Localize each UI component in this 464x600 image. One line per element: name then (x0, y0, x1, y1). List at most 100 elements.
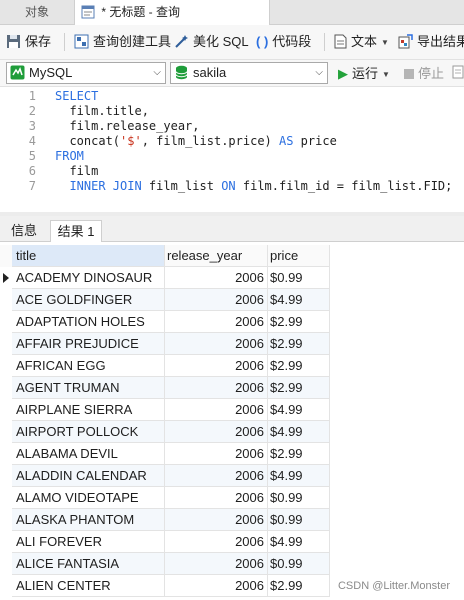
export-result-button[interactable]: 导出结果 (398, 32, 464, 52)
magic-wand-icon (175, 35, 188, 48)
query-builder-button[interactable]: 查询创建工具 (74, 32, 171, 52)
cell-title[interactable]: AIRPORT POLLOCK (12, 421, 165, 443)
cell-price[interactable]: $4.99 (268, 399, 330, 421)
beautify-sql-button[interactable]: 美化 SQL (174, 32, 249, 52)
cell-price[interactable]: $0.99 (268, 553, 330, 575)
code-line: 7 INNER JOIN film_list ON film.film_id =… (0, 179, 453, 194)
document-icon (334, 34, 347, 49)
export-result-label: 导出结果 (417, 34, 464, 49)
tab-result-1[interactable]: 结果 1 (50, 220, 102, 242)
cell-release-year[interactable]: 2006 (165, 289, 268, 311)
column-header-price[interactable]: price (268, 245, 330, 267)
cell-title[interactable]: AFFAIR PREJUDICE (12, 333, 165, 355)
run-button[interactable]: ▶ 运行 ▼ (338, 64, 390, 84)
table-row[interactable]: ADAPTATION HOLES 2006 $2.99 (0, 311, 330, 333)
cell-release-year[interactable]: 2006 (165, 531, 268, 553)
cell-release-year[interactable]: 2006 (165, 465, 268, 487)
cell-price[interactable]: $2.99 (268, 575, 330, 597)
cell-release-year[interactable]: 2006 (165, 377, 268, 399)
query-builder-icon (74, 34, 89, 49)
sql-editor[interactable]: 1 SELECT 2 film.title, 3 film.release_yea… (0, 87, 464, 211)
explain-button[interactable] (452, 64, 464, 83)
cell-title[interactable]: AGENT TRUMAN (12, 377, 165, 399)
explain-icon (452, 65, 464, 79)
cell-title[interactable]: ALADDIN CALENDAR (12, 465, 165, 487)
cell-release-year[interactable]: 2006 (165, 267, 268, 289)
cell-title[interactable]: AIRPLANE SIERRA (12, 399, 165, 421)
table-row[interactable]: AFRICAN EGG 2006 $2.99 (0, 355, 330, 377)
export-icon (398, 34, 413, 49)
cell-price[interactable]: $0.99 (268, 487, 330, 509)
text-mode-button[interactable]: 文本 ▼ (334, 32, 389, 52)
table-row[interactable]: ALADDIN CALENDAR 2006 $4.99 (0, 465, 330, 487)
table-row[interactable]: ALI FOREVER 2006 $4.99 (0, 531, 330, 553)
line-number: 7 (28, 179, 36, 193)
cell-release-year[interactable]: 2006 (165, 553, 268, 575)
chevron-down-icon[interactable]: ▼ (382, 70, 390, 79)
save-button[interactable]: 保存 (6, 32, 51, 52)
tab-info-label: 信息 (10, 223, 37, 238)
tab-strip: 对象 * 无标题 - 查询 (0, 0, 464, 25)
cell-price[interactable]: $2.99 (268, 443, 330, 465)
run-label: 运行 (352, 66, 379, 81)
cell-title[interactable]: ALABAMA DEVIL (12, 443, 165, 465)
cell-title[interactable]: ALI FOREVER (12, 531, 165, 553)
cell-price[interactable]: $2.99 (268, 311, 330, 333)
cell-release-year[interactable]: 2006 (165, 421, 268, 443)
cell-price[interactable]: $2.99 (268, 333, 330, 355)
cell-title[interactable]: ALIEN CENTER (12, 575, 165, 597)
current-row-marker-icon (3, 273, 9, 283)
cell-release-year[interactable]: 2006 (165, 311, 268, 333)
line-number: 4 (28, 134, 36, 148)
table-row[interactable]: ACE GOLDFINGER 2006 $4.99 (0, 289, 330, 311)
column-header-release-year[interactable]: release_year (165, 245, 268, 267)
cell-price[interactable]: $4.99 (268, 421, 330, 443)
cell-title[interactable]: ALAMO VIDEOTAPE (12, 487, 165, 509)
toolbar-divider (324, 33, 325, 51)
column-header-title[interactable]: title (12, 245, 165, 267)
cell-release-year[interactable]: 2006 (165, 575, 268, 597)
cell-price[interactable]: $2.99 (268, 355, 330, 377)
cell-release-year[interactable]: 2006 (165, 355, 268, 377)
table-row[interactable]: AIRPORT POLLOCK 2006 $4.99 (0, 421, 330, 443)
cell-price[interactable]: $0.99 (268, 267, 330, 289)
code-line: 1 SELECT (0, 89, 99, 104)
cell-title[interactable]: ALASKA PHANTOM (12, 509, 165, 531)
cell-release-year[interactable]: 2006 (165, 333, 268, 355)
cell-release-year[interactable]: 2006 (165, 443, 268, 465)
cell-title[interactable]: ACE GOLDFINGER (12, 289, 165, 311)
cell-price[interactable]: $4.99 (268, 289, 330, 311)
table-row[interactable]: AIRPLANE SIERRA 2006 $4.99 (0, 399, 330, 421)
table-row[interactable]: AGENT TRUMAN 2006 $2.99 (0, 377, 330, 399)
table-row[interactable]: ALICE FANTASIA 2006 $0.99 (0, 553, 330, 575)
line-number: 2 (28, 104, 36, 118)
database-select[interactable]: sakila ⌵ (170, 62, 328, 84)
database-icon (174, 65, 189, 86)
cell-title[interactable]: ALICE FANTASIA (12, 553, 165, 575)
table-row[interactable]: ALAMO VIDEOTAPE 2006 $0.99 (0, 487, 330, 509)
code-line: 2 film.title, (0, 104, 149, 119)
watermark: CSDN @Litter.Monster (337, 580, 450, 592)
table-row[interactable]: ALABAMA DEVIL 2006 $2.99 (0, 443, 330, 465)
table-row[interactable]: ALIEN CENTER 2006 $2.99 (0, 575, 330, 597)
database-value: sakila (193, 65, 227, 80)
stop-button[interactable]: 停止 (404, 64, 444, 84)
cell-price[interactable]: $2.99 (268, 377, 330, 399)
cell-release-year[interactable]: 2006 (165, 487, 268, 509)
cell-price[interactable]: $4.99 (268, 531, 330, 553)
cell-release-year[interactable]: 2006 (165, 399, 268, 421)
cell-price[interactable]: $4.99 (268, 465, 330, 487)
cell-release-year[interactable]: 2006 (165, 509, 268, 531)
cell-price[interactable]: $0.99 (268, 509, 330, 531)
cell-title[interactable]: ACADEMY DINOSAUR (12, 267, 165, 289)
table-row[interactable]: ACADEMY DINOSAUR 2006 $0.99 (0, 267, 330, 289)
connection-select[interactable]: MySQL ⌵ (6, 62, 166, 84)
table-row[interactable]: AFFAIR PREJUDICE 2006 $2.99 (0, 333, 330, 355)
tab-objects[interactable]: 对象 (0, 0, 74, 24)
table-row[interactable]: ALASKA PHANTOM 2006 $0.99 (0, 509, 330, 531)
cell-title[interactable]: AFRICAN EGG (12, 355, 165, 377)
tab-info[interactable]: 信息 (2, 220, 46, 241)
cell-title[interactable]: ADAPTATION HOLES (12, 311, 165, 333)
tab-query[interactable]: * 无标题 - 查询 (74, 0, 270, 25)
code-snippet-button[interactable]: ( ) 代码段 (256, 32, 311, 52)
